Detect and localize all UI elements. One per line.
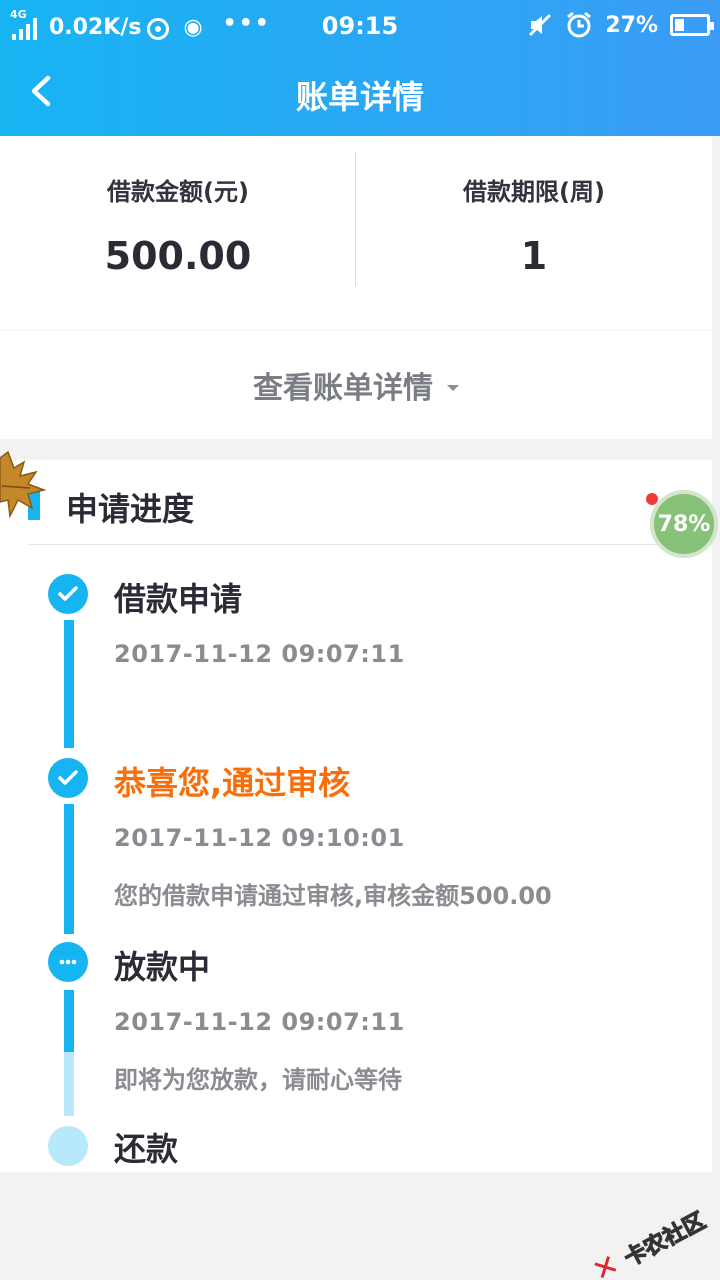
battery-percent: 27% bbox=[605, 12, 658, 38]
step-done-check-icon bbox=[48, 574, 88, 614]
step-done-check-icon bbox=[48, 758, 88, 798]
step-title: 恭喜您,通过审核 bbox=[114, 764, 351, 802]
status-bar: 4G 0.02K/s ◉ ••• 09:15 27% bbox=[0, 0, 720, 52]
step-description: 您的借款申请通过审核,审核金额500.00 bbox=[114, 882, 552, 910]
loan-term-label: 借款期限(周) bbox=[463, 178, 605, 206]
step-time: 2017-11-12 09:10:01 bbox=[114, 824, 405, 852]
view-bill-details-button[interactable]: 查看账单详情 bbox=[0, 331, 712, 439]
step-description: 即将为您放款，请耐心等待 bbox=[114, 1066, 402, 1094]
loan-summary: 借款金额(元) 500.00 借款期限(周) 1 bbox=[0, 136, 712, 330]
battery-icon bbox=[670, 14, 714, 36]
loan-amount: 借款金额(元) 500.00 bbox=[0, 136, 356, 330]
loan-term: 借款期限(周) 1 bbox=[356, 136, 712, 330]
timeline-connector-pending bbox=[64, 1052, 74, 1116]
step-title: 借款申请 bbox=[114, 580, 243, 618]
section-divider bbox=[28, 544, 712, 545]
step-title: 放款中 bbox=[114, 948, 211, 986]
progress-title: 申请进度 bbox=[66, 490, 195, 528]
step-title: 还款 bbox=[114, 1130, 179, 1168]
status-right: 27% bbox=[527, 11, 714, 39]
step-time: 2017-11-12 09:07:11 bbox=[114, 640, 405, 668]
step-pending-icon bbox=[48, 1126, 88, 1166]
step-time: 2017-11-12 09:07:11 bbox=[114, 1008, 405, 1036]
loan-term-value: 1 bbox=[520, 234, 548, 278]
loan-amount-label: 借款金额(元) bbox=[107, 178, 249, 206]
timeline-connector bbox=[64, 990, 74, 1052]
view-bill-details-label: 查看账单详情 bbox=[253, 371, 433, 406]
watermark-text: 卡农社区 bbox=[620, 1208, 710, 1272]
header: 4G 0.02K/s ◉ ••• 09:15 27% 账单详情 bbox=[0, 0, 720, 136]
app-bar: 账单详情 bbox=[0, 52, 720, 136]
timeline-connector bbox=[64, 804, 74, 934]
watermark: ✕ 卡农社区 bbox=[586, 1203, 711, 1280]
floating-progress-badge[interactable]: 78% bbox=[650, 490, 718, 558]
caret-down-icon bbox=[447, 385, 459, 391]
alarm-icon bbox=[567, 11, 592, 38]
step-in-progress-dots-icon bbox=[48, 942, 88, 982]
watermark-logo-icon: ✕ bbox=[586, 1246, 626, 1280]
loan-amount-value: 500.00 bbox=[104, 234, 252, 278]
notification-dot bbox=[646, 493, 658, 505]
timeline-connector bbox=[64, 620, 74, 748]
page-title: 账单详情 bbox=[295, 78, 424, 116]
mute-icon bbox=[529, 13, 552, 37]
application-progress: 申请进度 借款申请 2017-11-12 09:07:11 恭喜您,通过审核 2… bbox=[0, 460, 712, 1172]
maple-leaf-icon bbox=[0, 450, 47, 519]
